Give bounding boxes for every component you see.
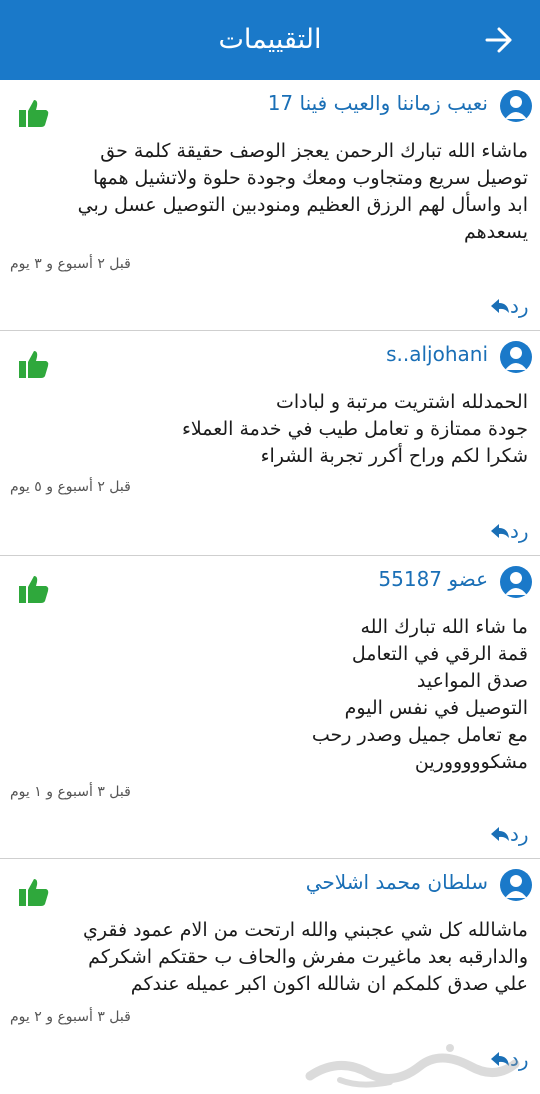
thumbs-up-icon[interactable] [18, 349, 50, 379]
review-author[interactable]: سلطان محمد اشلاحي [306, 870, 488, 894]
review-item: نعيب زماننا والعيب فينا 17 ماشاء الله تب… [0, 80, 540, 331]
review-time: قبل ٣ أسبوع و ١ يوم [10, 784, 131, 800]
review-author[interactable]: نعيب زماننا والعيب فينا 17 [268, 91, 488, 115]
app-header: التقييمات [0, 0, 540, 80]
review-text: ما شاء الله تبارك الله قمة الرقي في التع… [311, 616, 528, 773]
user-avatar-icon[interactable] [500, 341, 532, 373]
review-author[interactable]: s..aljohani [386, 342, 488, 366]
arrow-right-icon[interactable] [484, 26, 514, 54]
reply-icon [491, 299, 509, 313]
user-avatar-icon[interactable] [500, 869, 532, 901]
review-text: ماشاء الله تبارك الرحمن يعجز الوصف حقيقة… [77, 140, 528, 243]
reply-label: رد [510, 822, 529, 846]
user-avatar-icon[interactable] [500, 566, 532, 598]
haraj-watermark-logo [305, 1044, 520, 1088]
thumbs-up-icon[interactable] [18, 98, 50, 128]
review-item: s..aljohani الحمدلله اشتريت مرتبة و لباد… [0, 331, 540, 556]
review-time: قبل ٢ أسبوع و ٣ يوم [10, 256, 131, 272]
reply-label: رد [510, 519, 529, 543]
review-author[interactable]: عضو 55187 [378, 567, 488, 591]
user-avatar-icon[interactable] [500, 90, 532, 122]
review-text: ماشالله كل شي عجبني والله ارتحت من الام … [83, 919, 528, 995]
thumbs-up-icon[interactable] [18, 877, 50, 907]
reply-button[interactable]: رد [486, 294, 529, 318]
reply-button[interactable]: رد [486, 822, 529, 846]
reply-label: رد [510, 294, 529, 318]
review-text: الحمدلله اشتريت مرتبة و لبادات جودة ممتا… [181, 391, 528, 467]
thumbs-up-icon[interactable] [18, 574, 50, 604]
reply-icon [491, 524, 509, 538]
reply-icon [491, 827, 509, 841]
page-title: التقييمات [218, 24, 322, 55]
review-time: قبل ٢ أسبوع و ٥ يوم [10, 479, 131, 495]
review-item: عضو 55187 ما شاء الله تبارك الله قمة الر… [0, 556, 540, 859]
reply-button[interactable]: رد [486, 519, 529, 543]
review-time: قبل ٣ أسبوع و ٢ يوم [10, 1009, 131, 1025]
